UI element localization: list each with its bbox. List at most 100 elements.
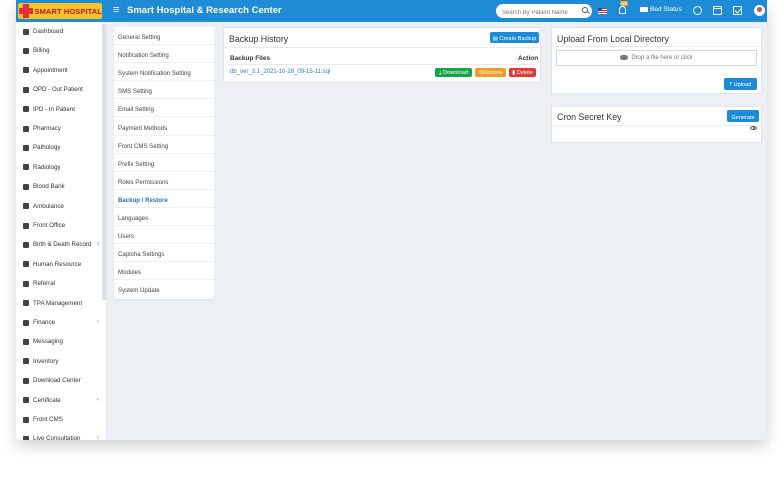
microscope-icon [23, 164, 29, 171]
settings-menu-item[interactable]: Backup / Restore [114, 190, 214, 208]
medical-cross-icon [19, 4, 34, 18]
mortar-pestle-icon [23, 125, 29, 132]
sidebar-item-label: Finance [33, 319, 56, 326]
sidebar-item-label: Birth & Death Record [33, 241, 92, 249]
bed-status-link[interactable]: Bed Status [640, 6, 682, 13]
delete-button[interactable]: ▮ Delete [509, 68, 536, 77]
sidebar-item[interactable]: Referral [16, 274, 102, 293]
sidebar-item-label: Dashboard [33, 28, 64, 35]
sidebar-item[interactable]: Certificate ‹ [16, 391, 102, 410]
sidebar-item[interactable]: Blood Bank [16, 177, 102, 196]
download-button[interactable]: ⤓ Download [435, 68, 472, 77]
upload-label: Upload [733, 82, 752, 88]
sidebar-item[interactable]: Billing [16, 41, 102, 60]
monitor-icon [23, 28, 29, 35]
app-title: Smart Hospital & Research Center [127, 5, 282, 16]
sidebar-item[interactable]: OPD - Out Patient [16, 80, 102, 99]
sidebar-toggle-icon[interactable]: ≡ [113, 4, 119, 16]
sidebar-item[interactable]: Ambulance [16, 197, 102, 216]
settings-menu-item[interactable]: System Update [114, 280, 214, 299]
umbrella-icon [23, 300, 29, 307]
sidebar-item-label: Front CMS [33, 416, 63, 423]
cron-title: Cron Secret Key [557, 112, 622, 122]
sidebar-item[interactable]: TPA Management [16, 294, 102, 313]
sidebar-item-label: Radiology [33, 163, 61, 171]
sidebar-item[interactable]: Dashboard [16, 22, 102, 41]
eye-icon[interactable] [750, 126, 757, 130]
sidebar-item[interactable]: Download Center [16, 371, 102, 390]
users-icon [23, 280, 29, 287]
sidebar-item[interactable]: Pharmacy [16, 119, 102, 138]
building-icon [23, 222, 29, 229]
file-icon [23, 47, 29, 54]
chevron-left-icon: ‹ [97, 241, 99, 248]
sidebar-item[interactable]: Live Consultation ‹ [16, 429, 102, 440]
search-icon[interactable] [582, 7, 588, 13]
settings-menu-item[interactable]: System Notification Setting [114, 63, 214, 82]
notification-badge: 99 [620, 1, 629, 6]
settings-menu-item[interactable]: Modules [114, 262, 214, 281]
sidebar-item[interactable]: Human Resource [16, 255, 102, 274]
sidebar-item-label: OPD - Out Patient [33, 86, 83, 94]
backup-history-title: Backup History [229, 34, 289, 44]
settings-menu-item[interactable]: Front CMS Setting [114, 136, 214, 154]
us-flag-icon[interactable] [598, 8, 607, 14]
sidebar-item-label: Inventory [33, 357, 59, 365]
settings-menu-item[interactable]: Users [114, 226, 214, 245]
calendar-icon[interactable] [713, 6, 722, 15]
sidebar-item[interactable]: Radiology [16, 158, 102, 177]
bullhorn-icon [23, 338, 29, 345]
sidebar-item[interactable]: Inventory [16, 352, 102, 371]
settings-menu-item[interactable]: Prefix Setting [114, 154, 214, 172]
video-icon [23, 435, 29, 440]
restore-button[interactable]: ⟲Restore [475, 68, 506, 77]
settings-menu: General Setting Notification Setting Syste… [114, 27, 214, 299]
settings-menu-item[interactable]: SMS Setting [114, 81, 214, 100]
sidebar-scrollbar[interactable] [102, 24, 106, 300]
bed-icon [23, 106, 29, 113]
sidebar-item[interactable]: Messaging [16, 332, 102, 351]
sidebar-item-label: Front Office [33, 222, 66, 229]
backup-file-link[interactable]: db_ver_3.1_2021-10-28_09-15-11.sql [230, 69, 330, 75]
sidebar-item-label: Certificate [33, 396, 61, 404]
create-backup-button[interactable]: ▤ Create Backup [490, 32, 539, 43]
sidebar-item[interactable]: Birth & Death Record ‹ [16, 235, 102, 254]
sidebar-item[interactable]: Pathology [16, 138, 102, 157]
hospital-logo[interactable]: SMART HOSPITAL [18, 3, 102, 19]
calendar-icon [23, 67, 29, 74]
newspaper-icon [23, 416, 29, 423]
settings-menu-item[interactable]: Payment Methods [114, 118, 214, 136]
sidebar-item-label: Pathology [33, 144, 61, 152]
avatar[interactable] [754, 5, 765, 16]
sidebar-item-label: TPA Management [33, 299, 83, 307]
backup-history-panel: Backup History ▤ Create Backup Backup Fi… [223, 27, 542, 83]
chevron-left-icon: ‹ [97, 396, 99, 403]
settings-menu-item[interactable]: Roles Permissions [114, 172, 214, 190]
settings-menu-item[interactable]: Languages [114, 208, 214, 226]
divider [552, 125, 763, 126]
upload-button[interactable]: ⤒ Upload [724, 78, 757, 90]
settings-menu-item[interactable]: Email Setting [114, 99, 214, 118]
logo-text: SMART HOSPITAL [34, 6, 102, 16]
sidebar-item[interactable]: Finance ‹ [16, 313, 102, 332]
settings-menu-item[interactable]: Captcha Settings [114, 244, 214, 263]
sidebar-item[interactable]: Appointment [16, 61, 102, 80]
sidebar-item-label: Human Resource [33, 260, 82, 268]
download-icon [23, 377, 29, 384]
generate-button[interactable]: Generate [727, 110, 759, 122]
task-check-icon[interactable] [733, 6, 742, 15]
sidebar-item[interactable]: Front CMS [16, 410, 102, 429]
bed-icon [640, 6, 648, 12]
sidebar-item[interactable]: Front Office [16, 216, 102, 235]
upload-panel: Upload From Local Directory Drop a file … [551, 27, 763, 94]
bell-icon[interactable] [619, 6, 626, 14]
chevron-left-icon: ‹ [97, 319, 99, 325]
delete-label: Delete [516, 70, 533, 77]
whatsapp-icon[interactable] [693, 6, 702, 15]
settings-menu-item[interactable]: General Setting [114, 27, 214, 45]
settings-menu-item[interactable]: Notification Setting [114, 45, 214, 64]
tint-icon [23, 183, 29, 190]
patient-search-input[interactable] [496, 4, 592, 18]
file-dropzone[interactable]: Drop a file here or click [556, 50, 757, 66]
sidebar-item[interactable]: IPD - In Patient [16, 100, 102, 119]
